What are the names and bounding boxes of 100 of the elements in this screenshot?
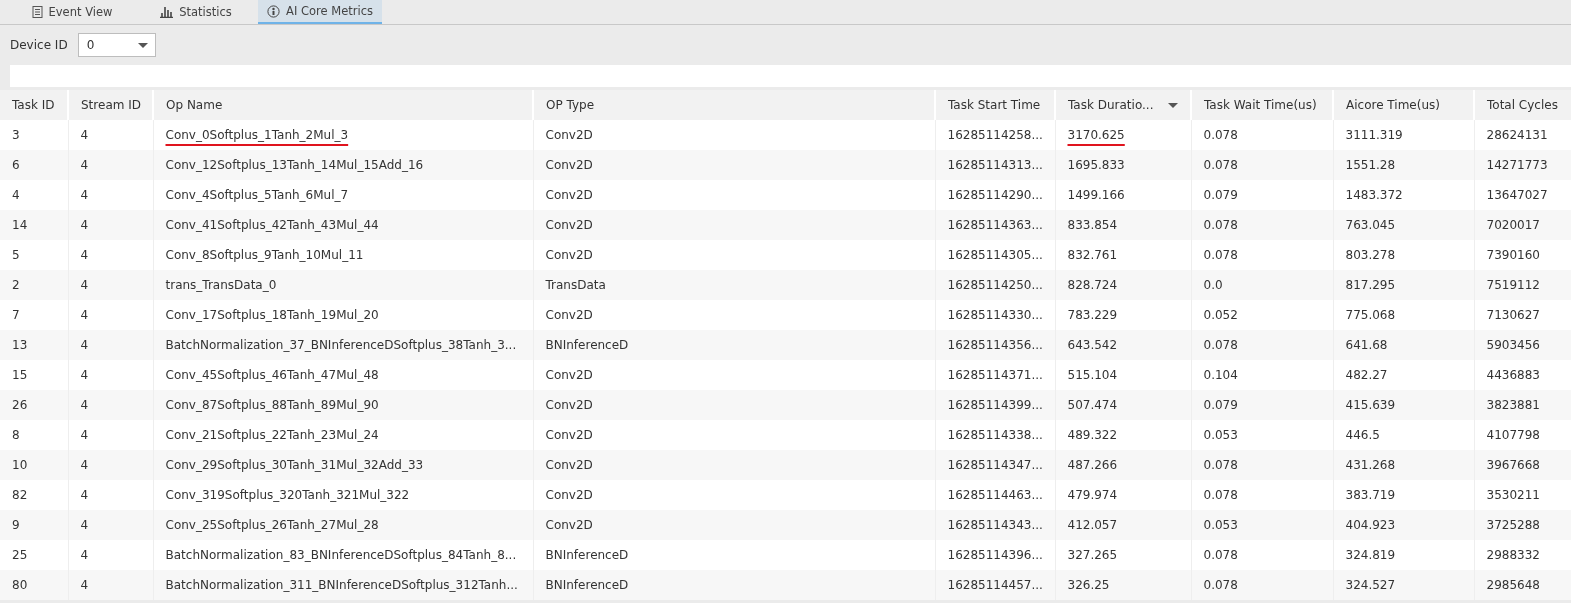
table-cell: Conv2D [545,488,593,502]
table-cell: 10 [12,458,28,472]
table-cell: 16285114457... [947,578,1043,592]
table-cell: 412.057 [1067,518,1118,532]
table-cell: 2 [12,278,20,292]
table-cell: 16285114363... [947,218,1043,232]
column-header[interactable]: Stream ID [68,90,153,120]
column-header[interactable]: Op Name [153,90,533,120]
table-cell: 80 [12,578,28,592]
table-cell: 0.078 [1203,458,1238,472]
table-cell: 383.719 [1345,488,1396,502]
column-header[interactable]: Total Cycles [1474,90,1571,120]
table-cell: Conv_21Softplus_22Tanh_23Mul_24 [165,428,379,442]
table-cell: 507.474 [1067,398,1118,412]
table-cell: 4 [80,368,89,382]
table-cell: 489.322 [1067,428,1118,442]
table-cell: 7130627 [1486,308,1540,322]
table-cell: 16285114356... [947,338,1043,352]
table-cell: 1695.833 [1067,158,1125,172]
table-cell: Conv_45Softplus_46Tanh_47Mul_48 [165,368,379,382]
table-cell: Conv_12Softplus_13Tanh_14Mul_15Add_16 [165,158,424,172]
table-cell: 643.542 [1067,338,1118,352]
table-cell: 5903456 [1486,338,1540,352]
table-cell: Conv2D [545,428,593,442]
table-cell: Conv2D [545,458,593,472]
table-cell: 775.068 [1345,308,1396,322]
bar-chart-icon [160,6,174,18]
column-header[interactable]: Task Wait Time(us) [1191,90,1333,120]
table-cell: 4 [80,128,89,142]
table-cell: 4 [80,188,89,202]
table-cell: 4 [80,218,89,232]
table-cell: 3 [12,128,20,142]
table-cell: 25 [12,548,28,562]
table-cell: Conv_25Softplus_26Tanh_27Mul_28 [165,518,379,532]
table-cell: Conv_87Softplus_88Tanh_89Mul_90 [165,398,379,412]
table-cell: 0.079 [1203,188,1238,202]
table-cell: 4 [80,548,89,562]
table-cell: 13 [12,338,28,352]
table-cell: BatchNormalization_37_BNInferenceDSoftplus_38Tanh_3... [165,338,517,352]
table-cell: Conv_8Softplus_9Tanh_10Mul_11 [165,248,364,262]
column-header[interactable]: Task Duratio... [1055,90,1191,120]
table-cell: 324.527 [1345,578,1396,592]
table-cell: Conv2D [545,188,593,202]
table-cell: Conv2D [545,518,593,532]
table-cell: Conv_41Softplus_42Tanh_43Mul_44 [165,218,379,232]
tab[interactable]: AI Core Metrics [258,0,382,24]
table-cell: 1499.166 [1067,188,1125,202]
table-cell: 7390160 [1486,248,1540,262]
table-cell: 4 [80,248,89,262]
table-cell: 16285114371... [947,368,1043,382]
table-cell: 4 [80,308,89,322]
table-cell: 327.265 [1067,548,1118,562]
column-header[interactable]: Task Start Time [935,90,1055,120]
table-cell: 3170.625 [1067,128,1125,142]
table-cell: Conv2D [545,248,593,262]
table-cell: 0.078 [1203,548,1238,562]
table-cell: Conv2D [545,368,593,382]
table-cell: 28624131 [1486,128,1548,142]
column-header[interactable]: Task ID [0,90,68,120]
table-cell: 0.078 [1203,218,1238,232]
table-cell: 26 [12,398,28,412]
table-cell: BatchNormalization_311_BNInferenceDSoftplus_312Tanh... [165,578,518,592]
table-cell: 9 [12,518,20,532]
tab[interactable]: Event View [10,0,134,24]
table-cell: 763.045 [1345,218,1396,232]
table-cell: trans_TransData_0 [165,278,277,292]
table-cell: Conv2D [545,158,593,172]
table-cell: 832.761 [1067,248,1118,262]
device-id-dropdown[interactable]: 0 [77,33,156,57]
table-cell: 783.229 [1067,308,1118,322]
table-cell: 0.078 [1203,338,1238,352]
column-header[interactable]: OP Type [533,90,935,120]
table-cell: 2985648 [1486,578,1540,592]
table-cell: 4 [80,488,89,502]
table-cell: 487.266 [1067,458,1118,472]
table-cell: 4 [80,338,89,352]
device-id-label: Device ID [10,38,68,52]
table-cell: 0.104 [1203,368,1238,382]
table-cell: 16285114399... [947,398,1043,412]
table-cell: Conv2D [545,128,593,142]
table-cell: 4 [80,428,89,442]
table-cell: 641.68 [1345,338,1388,352]
table-cell: Conv_17Softplus_18Tanh_19Mul_20 [165,308,379,322]
caret-icon [137,42,148,48]
table-cell: 515.104 [1067,368,1118,382]
table-cell: 833.854 [1067,218,1118,232]
table-cell: 16285114313... [947,158,1043,172]
table-cell: BNInferenceD [545,338,629,352]
table-cell: 82 [12,488,28,502]
table-cell: Conv_0Softplus_1Tanh_2Mul_3 [165,128,349,142]
table-cell: 415.639 [1345,398,1396,412]
table-cell: 16285114396... [947,548,1043,562]
table-cell: TransData [545,278,606,292]
table-cell: 1551.28 [1345,158,1396,172]
table-cell: 7020017 [1486,218,1540,232]
column-header[interactable]: Aicore Time(us) [1333,90,1474,120]
tab[interactable]: Statistics [134,0,258,24]
table-cell: 3111.319 [1345,128,1403,142]
table-cell: 3725288 [1486,518,1540,532]
table-cell: 4 [80,458,89,472]
